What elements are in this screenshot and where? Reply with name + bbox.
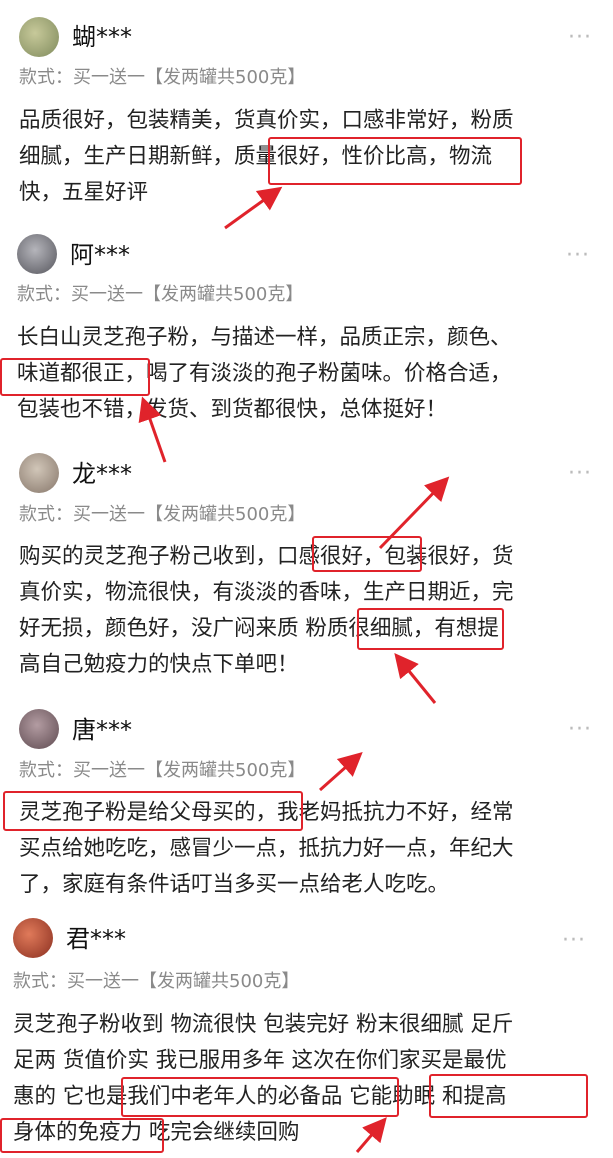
more-options-icon[interactable]: ··· bbox=[562, 930, 586, 952]
review-card: 蝴*** ··· 款式：买一送一【发两罐共500克】 品质很好，包装精美，货真价… bbox=[0, 0, 613, 226]
username: 君*** bbox=[66, 925, 126, 953]
username: 龙*** bbox=[72, 460, 132, 488]
review-card: 阿*** ··· 款式：买一送一【发两罐共500克】 长白山灵芝孢子粉，与描述一… bbox=[0, 226, 613, 436]
product-variant: 款式：买一送一【发两罐共500克】 bbox=[13, 971, 300, 992]
avatar[interactable] bbox=[13, 918, 53, 958]
highlight-box bbox=[268, 137, 522, 185]
review-card: 龙*** ··· 款式：买一送一【发两罐共500克】 购买的灵芝孢子粉己收到，口… bbox=[0, 440, 613, 690]
review-text-line: 包装也不错，发货、到货都很快，总体挺好！ bbox=[17, 397, 448, 422]
highlight-box bbox=[121, 1077, 399, 1117]
avatar[interactable] bbox=[19, 453, 59, 493]
more-options-icon[interactable]: ··· bbox=[566, 245, 590, 267]
product-variant: 款式：买一送一【发两罐共500克】 bbox=[17, 284, 304, 305]
username: 阿*** bbox=[70, 241, 130, 269]
review-text-line: 购买的灵芝孢子粉己收到，口感很好，包装很好，货 bbox=[19, 544, 514, 569]
review-text-line: 真价实，物流很快，有淡淡的香味，生产日期近，完 bbox=[19, 580, 514, 605]
more-options-icon[interactable]: ··· bbox=[568, 463, 592, 485]
username: 唐*** bbox=[72, 716, 132, 744]
avatar[interactable] bbox=[17, 234, 57, 274]
more-options-icon[interactable]: ··· bbox=[568, 719, 592, 741]
avatar[interactable] bbox=[19, 709, 59, 749]
highlight-box bbox=[312, 536, 422, 572]
product-variant: 款式：买一送一【发两罐共500克】 bbox=[19, 504, 306, 525]
highlight-box bbox=[3, 791, 303, 831]
review-text-line: 高自己勉疫力的快点下单吧！ bbox=[19, 652, 299, 677]
product-variant: 款式：买一送一【发两罐共500克】 bbox=[19, 760, 306, 781]
username: 蝴*** bbox=[72, 23, 132, 51]
highlight-box bbox=[0, 1118, 164, 1153]
highlight-box bbox=[357, 608, 504, 650]
highlight-box bbox=[429, 1074, 588, 1118]
review-text-line: 了，家庭有条件话叮当多买一点给老人吃吃。 bbox=[19, 872, 450, 897]
review-text-line: 长白山灵芝孢子粉，与描述一样，品质正宗，颜色、 bbox=[17, 325, 512, 350]
highlight-box bbox=[0, 358, 150, 396]
avatar[interactable] bbox=[19, 17, 59, 57]
review-text-line: 买点给她吃吃，感冒少一点，抵抗力好一点，年纪大 bbox=[19, 836, 514, 861]
review-text-line: 灵芝孢子粉收到 物流很快 包装完好 粉末很细腻 足斤 bbox=[13, 1012, 514, 1037]
review-text-line: 品质很好，包装精美，货真价实，口感非常好，粉质 bbox=[19, 108, 514, 133]
more-options-icon[interactable]: ··· bbox=[568, 27, 592, 49]
product-variant: 款式：买一送一【发两罐共500克】 bbox=[19, 67, 306, 88]
